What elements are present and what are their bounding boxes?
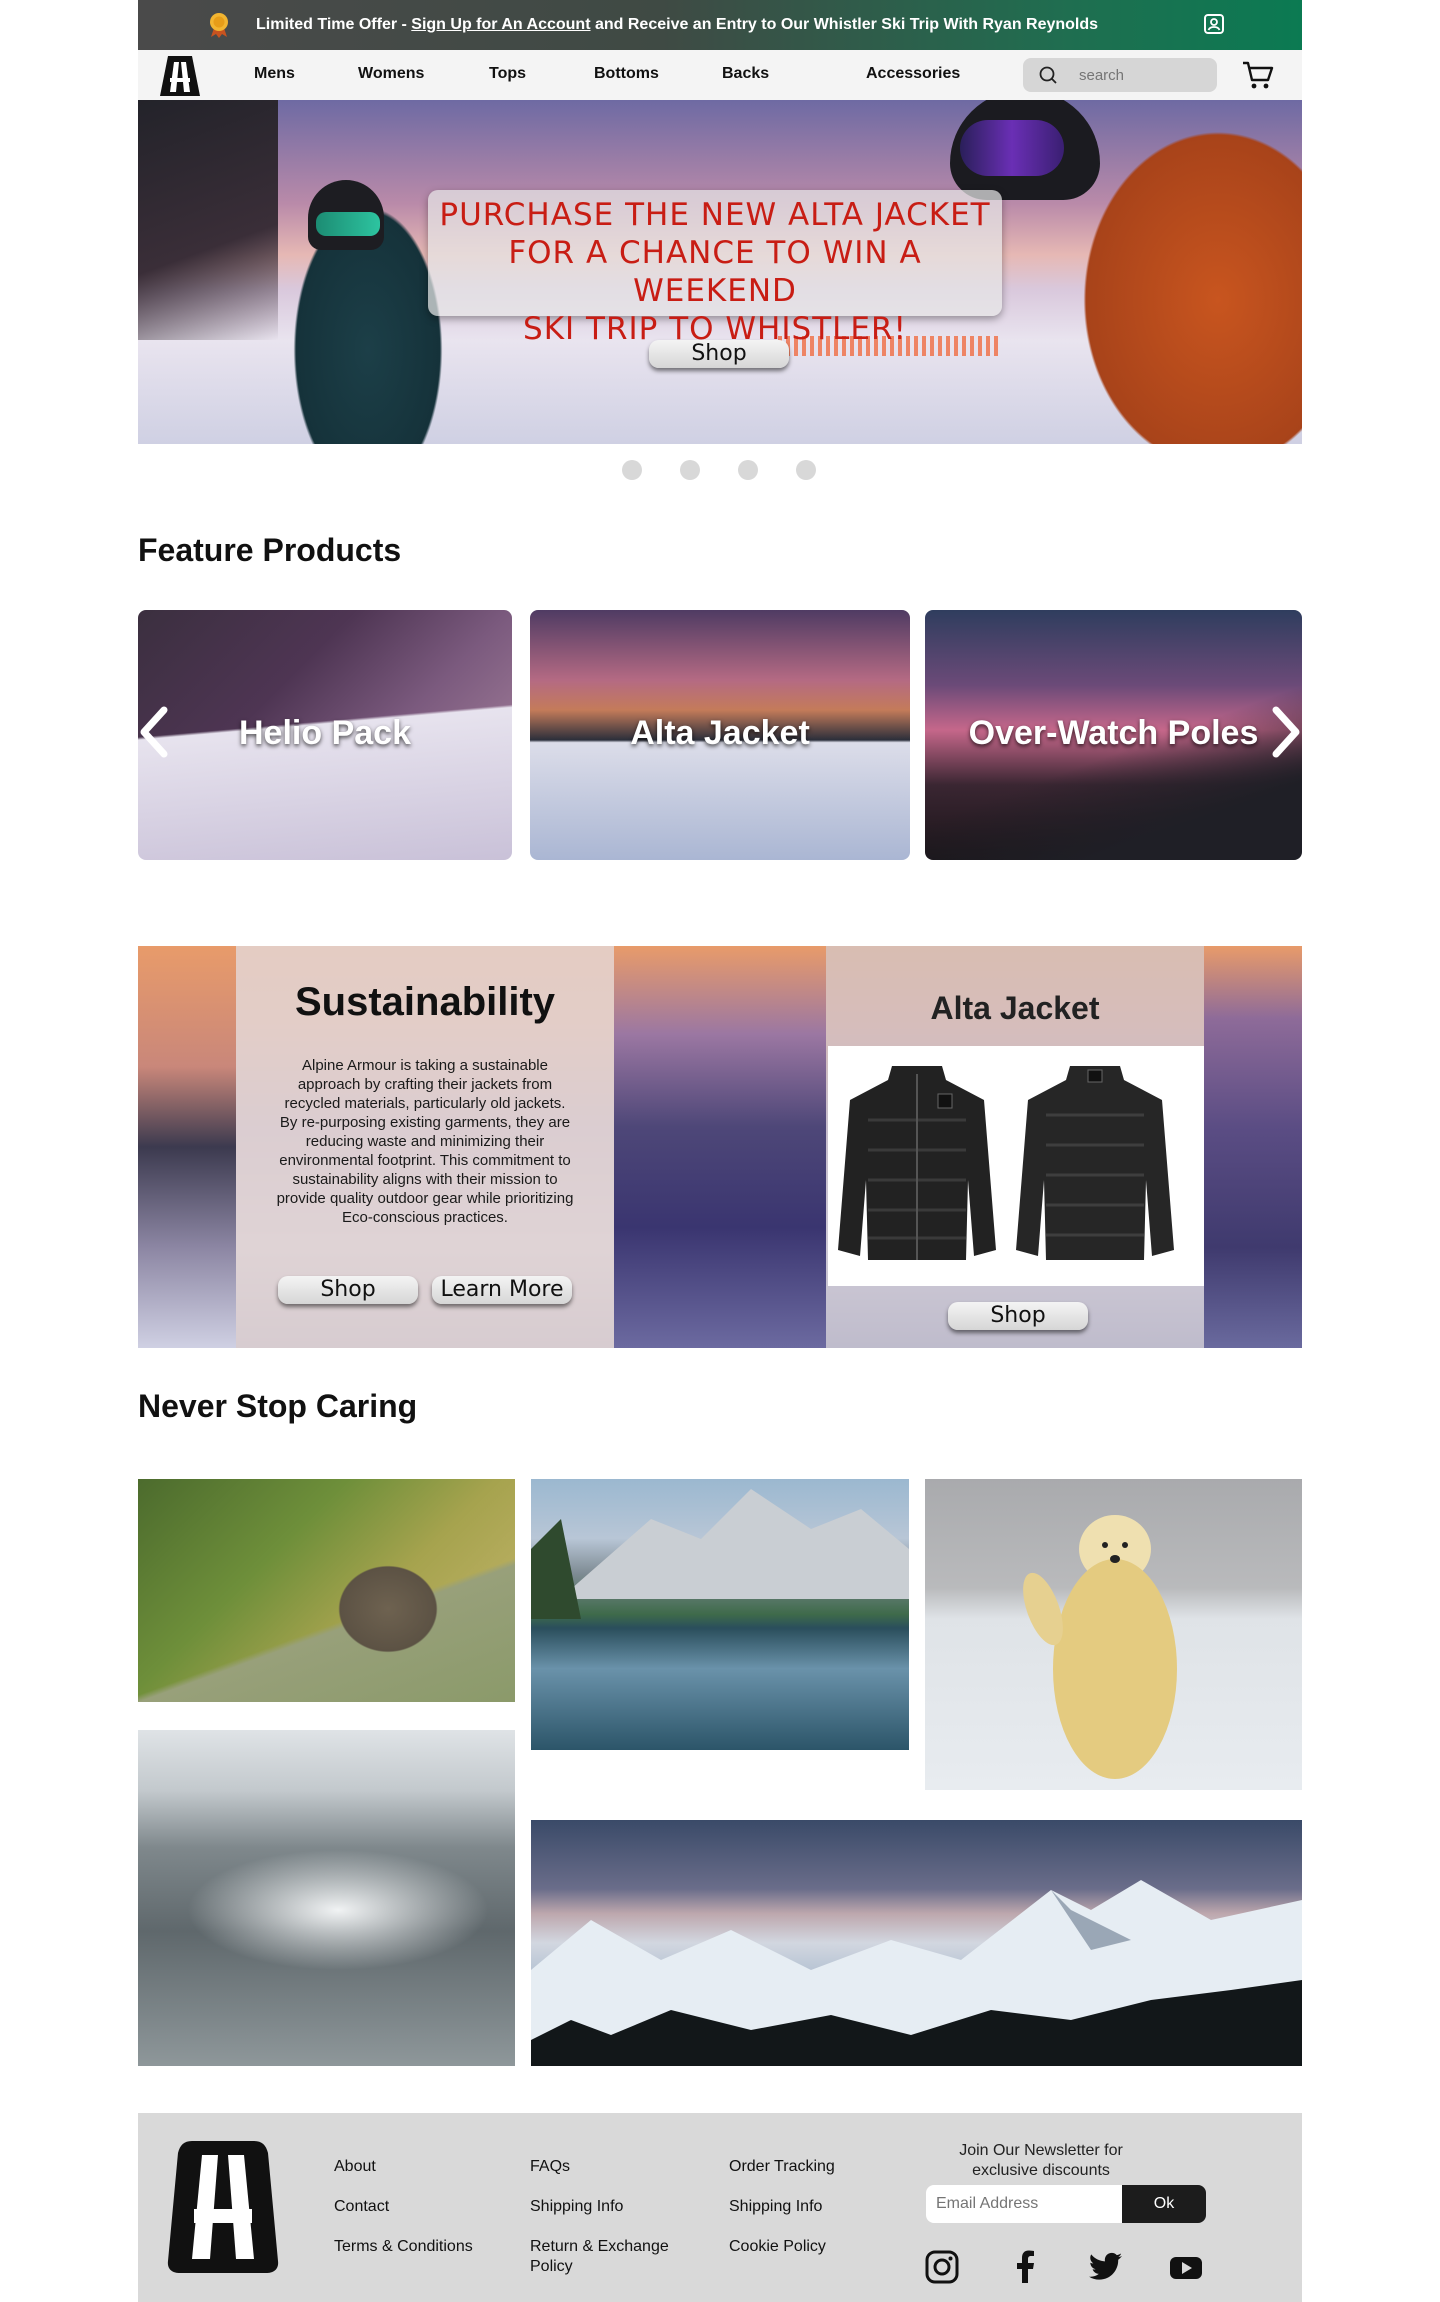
search-bar[interactable] [1023, 58, 1217, 92]
search-icon [1039, 66, 1057, 84]
carousel-dot[interactable] [680, 460, 700, 480]
instagram-icon[interactable] [924, 2249, 960, 2285]
carousel-dot[interactable] [622, 460, 642, 480]
footer-link-terms[interactable]: Terms & Conditions [334, 2237, 473, 2257]
skier-right-goggles [960, 120, 1064, 176]
nav-mens[interactable]: Mens [254, 65, 295, 83]
nav-bottoms[interactable]: Bottoms [594, 65, 659, 83]
carousel-dot[interactable] [738, 460, 758, 480]
newsletter-email-input[interactable] [926, 2185, 1124, 2223]
polar-bear-photo [925, 1479, 1302, 1790]
footer-link-faqs[interactable]: FAQs [530, 2157, 570, 2177]
chevron-right-icon[interactable] [1268, 706, 1304, 758]
hero-banner: PURCHASE THE NEW ALTA JACKET FOR A CHANC… [138, 100, 1302, 444]
hero-headline: PURCHASE THE NEW ALTA JACKET FOR A CHANC… [428, 196, 1002, 348]
promo-suffix: and Receive an Entry to Our Whistler Ski… [590, 16, 1099, 33]
marmot-photo [138, 1479, 515, 1702]
logo-icon[interactable] [158, 54, 202, 98]
lake-mountains-shape [531, 1489, 909, 1619]
mountain-lake-photo [531, 1479, 909, 1750]
newsletter-label: Join Our Newsletter for exclusive discou… [959, 2142, 1123, 2179]
cart-icon[interactable] [1242, 60, 1274, 90]
alta-jacket-shop-button[interactable]: Shop [948, 1302, 1088, 1330]
footer-link-about[interactable]: About [334, 2157, 376, 2177]
featured-title: Feature Products [138, 532, 402, 568]
medal-icon [210, 13, 228, 38]
product-card-over-watch-poles[interactable]: Over-Watch Poles [925, 610, 1302, 860]
learn-more-button[interactable]: Learn More [432, 1276, 572, 1304]
footer-link-shipping-info[interactable]: Shipping Info [530, 2197, 623, 2217]
product-card-label: Helio Pack [239, 714, 411, 752]
product-card-label: Over-Watch Poles [968, 714, 1259, 752]
caring-title: Never Stop Caring [138, 1388, 418, 1424]
product-card-helio-pack[interactable]: Helio Pack [138, 610, 512, 860]
sustainability-title: Sustainability [294, 980, 556, 1024]
promo-text: Limited Time Offer - Sign Up for An Acco… [256, 16, 1098, 34]
footer-logo-icon[interactable] [166, 2139, 280, 2275]
hero-trees [138, 100, 278, 340]
sustainability-bg-middle [614, 946, 826, 1348]
footer-link-shipping-info-2[interactable]: Shipping Info [729, 2197, 822, 2217]
mountain-range-photo [531, 1820, 1302, 2066]
hero-shop-button[interactable]: Shop [649, 340, 789, 368]
carousel-dot[interactable] [796, 460, 816, 480]
carousel-dots [138, 460, 1302, 480]
foggy-valley-photo [138, 1730, 515, 2066]
nav-tops[interactable]: Tops [489, 65, 526, 83]
nav-womens[interactable]: Womens [358, 65, 424, 83]
promo-bar: Limited Time Offer - Sign Up for An Acco… [138, 0, 1302, 50]
signup-link[interactable]: Sign Up for An Account [411, 16, 590, 33]
sustainability-section: Sustainability Alpine Armour is taking a… [138, 946, 1302, 1348]
alta-jacket-title: Alta Jacket [930, 990, 1100, 1026]
polar-bear-shape [1023, 1515, 1177, 1779]
search-input[interactable] [1079, 65, 1199, 85]
footer-link-returns[interactable]: Return & Exchange Policy [530, 2237, 700, 2277]
product-card-label: Alta Jacket [630, 714, 810, 752]
newsletter-ok-button[interactable]: Ok [1122, 2185, 1206, 2223]
hero-headline-line: PURCHASE THE NEW ALTA JACKET [439, 197, 991, 233]
promo-prefix: Limited Time Offer - [256, 16, 412, 33]
jacket-back-icon [1016, 1066, 1174, 1260]
twitter-icon[interactable] [1088, 2249, 1124, 2285]
sustainability-body: Alpine Armour is taking a sustainable ap… [276, 1057, 574, 1226]
chevron-left-icon[interactable] [136, 706, 172, 758]
footer-link-contact[interactable]: Contact [334, 2197, 389, 2217]
sustainability-shop-button[interactable]: Shop [278, 1276, 418, 1304]
skier-left-goggles [316, 212, 380, 236]
nav-backs[interactable]: Backs [722, 65, 769, 83]
mountain-range-shape [531, 1880, 1302, 2066]
youtube-icon[interactable] [1168, 2249, 1204, 2285]
footer-link-cookie-policy[interactable]: Cookie Policy [729, 2237, 826, 2257]
jacket-front-icon [838, 1066, 996, 1260]
footer-link-order-tracking[interactable]: Order Tracking [729, 2157, 835, 2177]
footer: About Contact Terms & Conditions FAQs Sh… [138, 2113, 1302, 2302]
user-icon[interactable] [1204, 14, 1224, 34]
nav-accessories[interactable]: Accessories [866, 65, 960, 83]
sustainability-bg-right [1204, 946, 1302, 1348]
product-card-alta-jacket[interactable]: Alta Jacket [530, 610, 910, 860]
hero-headline-line: FOR A CHANCE TO WIN A WEEKEND [508, 235, 922, 309]
alta-jacket-image[interactable] [828, 1046, 1204, 1286]
sustainability-bg-left [138, 946, 236, 1348]
main-nav: Mens Womens Tops Bottoms Backs Accessori… [138, 50, 1302, 100]
facebook-icon[interactable] [1008, 2249, 1044, 2285]
